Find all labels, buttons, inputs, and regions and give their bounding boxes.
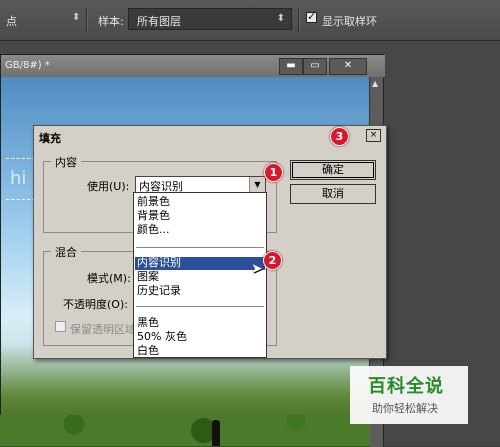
option-white[interactable]: 白色 (137, 345, 159, 357)
preserve-transparency-checkbox[interactable] (55, 321, 66, 332)
watermark-title: 百科全说 (368, 376, 444, 397)
close-button[interactable]: ✕ (329, 58, 367, 75)
option-50-gray[interactable]: 50% 灰色 (137, 331, 187, 343)
use-label: 使用(U): (87, 180, 130, 193)
option-history[interactable]: 历史记录 (137, 285, 181, 297)
opacity-label: 不透明度(O): (63, 298, 128, 311)
sample-select-value: 所有图层 (137, 15, 181, 28)
chevron-updown-icon: ⬍ (276, 13, 285, 24)
option-color[interactable]: 颜色... (137, 224, 170, 236)
marker-2: 2 (263, 251, 282, 270)
show-ring-checkbox[interactable] (306, 10, 317, 23)
ok-button[interactable]: 确定 (290, 160, 376, 180)
sample-label: 样本: (98, 15, 124, 28)
scroll-up-icon[interactable]: ▲ (372, 79, 378, 88)
minimize-button[interactable]: ▬ (279, 58, 303, 75)
marker-3: 3 (330, 127, 349, 146)
document-titlebar[interactable]: GB/8#) * ▬ ▭ ✕ (1, 55, 385, 78)
divider (136, 247, 264, 248)
divider (136, 306, 264, 307)
restore-button[interactable]: ▭ (303, 58, 327, 75)
watermark: 百科全说 助你轻松解决 (350, 366, 468, 424)
cancel-button[interactable]: 取消 (290, 184, 376, 204)
canvas-text: hi (10, 168, 27, 189)
divider (298, 8, 300, 32)
divider (86, 8, 88, 32)
option-pattern[interactable]: 图案 (137, 271, 159, 283)
show-ring-label: 显示取样环 (322, 15, 377, 28)
document-title: GB/8#) * (5, 60, 50, 71)
option-background-color[interactable]: 背景色 (137, 210, 170, 222)
mouse-pointer-icon: ➤ (251, 261, 263, 277)
dialog-close-button[interactable]: × (366, 129, 381, 142)
watermark-subtitle: 助你轻松解决 (372, 402, 438, 415)
mode-label: 模式(M): (87, 272, 131, 285)
options-bar: 点 ⬍ 样本: 所有图层 ⬍ 显示取样环 (0, 0, 500, 41)
option-content-aware[interactable]: 内容识别 (137, 257, 181, 269)
preserve-transparency-label: 保留透明区域 (70, 323, 136, 336)
trees-foreground (0, 415, 370, 446)
option-foreground-color[interactable]: 前景色 (137, 196, 170, 208)
use-dropdown-list: 前景色 背景色 颜色... 内容识别 图案 历史记录 黑色 50% 灰色 白色 (133, 192, 267, 358)
person-silhouette (212, 420, 220, 446)
sample-select[interactable]: 所有图层 ⬍ (128, 8, 292, 30)
chevron-updown-icon[interactable]: ⬍ (72, 12, 80, 23)
dialog-title: 填充 (39, 132, 61, 145)
blend-group-label: 混合 (51, 244, 81, 260)
content-group-label: 内容 (51, 154, 81, 170)
marker-1: 1 (264, 163, 283, 182)
chevron-down-icon[interactable]: ▼ (249, 177, 265, 192)
sample-point-label: 点 (6, 15, 17, 28)
use-select[interactable]: 内容识别 ▼ (135, 176, 266, 193)
option-black[interactable]: 黑色 (137, 317, 159, 329)
